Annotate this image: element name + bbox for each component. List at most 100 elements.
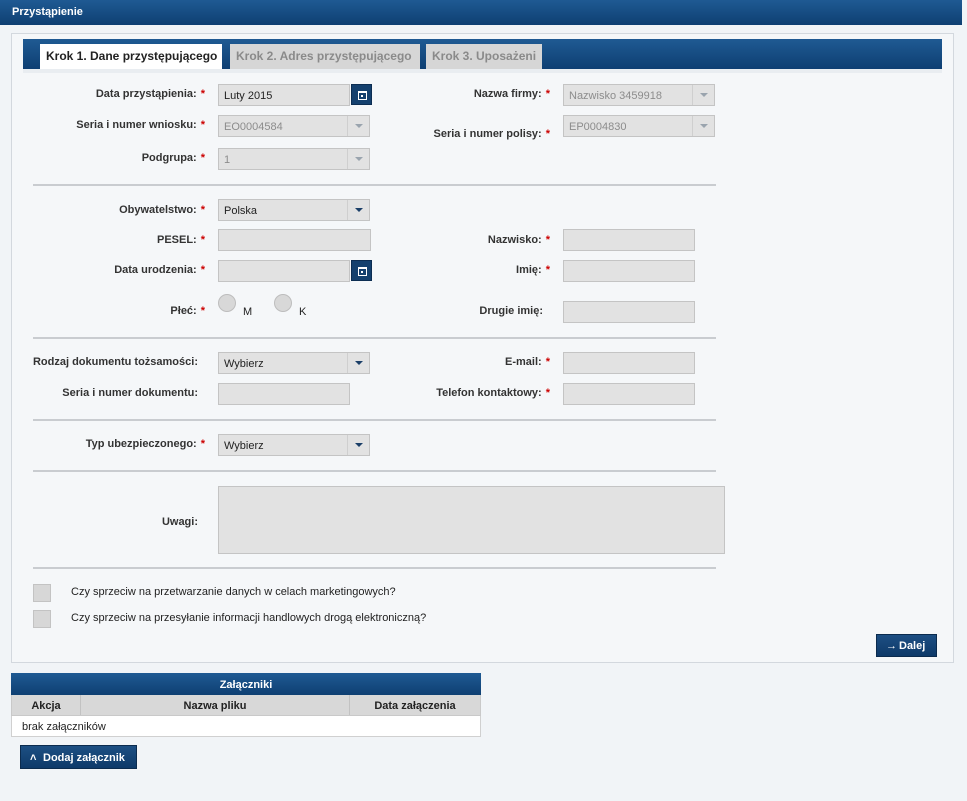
radio-plec-m[interactable]	[218, 294, 236, 312]
required-marker: *	[545, 387, 550, 399]
nazwa-firmy-select[interactable]: Nazwisko 3459918	[563, 84, 715, 106]
uwagi-textarea[interactable]	[218, 486, 725, 554]
label-text: Nazwa firmy:	[473, 88, 542, 100]
label-seria-wniosku: Seria i numer wniosku: *	[76, 119, 205, 131]
attachments-table: Załączniki Akcja Nazwa pliku Data załącz…	[11, 673, 481, 737]
imie-input[interactable]	[563, 260, 695, 282]
divider	[33, 419, 716, 421]
window-title: Przystąpienie	[0, 0, 962, 25]
add-attachment-label: Dodaj załącznik	[43, 752, 125, 764]
label-uwagi: Uwagi:	[162, 516, 198, 528]
required-marker: *	[200, 234, 205, 246]
column-header-data-zalaczenia: Data załączenia	[374, 700, 456, 712]
label-typ-ubezpieczonego: Typ ubezpieczonego: *	[86, 438, 205, 450]
field-value: 1	[224, 154, 231, 166]
radio-label-k: K	[299, 306, 307, 318]
label-text: Telefon kontaktowy:	[436, 387, 542, 399]
field-value: Polska	[224, 205, 258, 217]
required-marker: *	[200, 264, 205, 276]
divider	[33, 337, 716, 339]
consent-marketing-label: Czy sprzeciw na przetwarzanie danych w c…	[71, 586, 396, 598]
required-marker: *	[200, 438, 205, 450]
seria-dokumentu-input[interactable]	[218, 383, 350, 405]
label-data-przystapienia: Data przystąpienia: *	[96, 88, 205, 100]
label-text: Płeć:	[170, 305, 197, 317]
tab-shadow	[23, 69, 942, 73]
chevron-down-icon	[692, 116, 714, 136]
label-seria-dokumentu: Seria i numer dokumentu:	[62, 387, 198, 399]
chevron-down-icon	[347, 200, 369, 220]
required-marker: *	[200, 119, 205, 131]
consent-electronic-checkbox[interactable]	[33, 610, 51, 628]
required-marker: *	[200, 204, 205, 216]
telefon-input[interactable]	[563, 383, 695, 405]
label-text: PESEL:	[156, 234, 197, 246]
drugie-imie-input[interactable]	[563, 301, 695, 323]
data-przystapienia-field[interactable]: Luty 2015	[218, 84, 350, 106]
label-obywatelstwo: Obywatelstwo: *	[119, 204, 205, 216]
label-seria-polisy: Seria i numer polisy: *	[434, 128, 550, 140]
chevron-down-icon	[347, 149, 369, 169]
column-header-akcja: Akcja	[12, 695, 81, 715]
field-value: EO0004584	[224, 121, 283, 133]
required-marker: *	[545, 234, 550, 246]
tab-step-3[interactable]: Krok 3. Uposażeni	[426, 44, 542, 69]
label-nazwisko: Nazwisko: *	[488, 234, 550, 246]
pesel-input[interactable]	[218, 229, 371, 251]
divider	[33, 470, 716, 472]
required-marker: *	[545, 128, 550, 140]
tab-bar: Krok 1. Dane przystępującego Krok 2. Adr…	[23, 39, 942, 69]
obywatelstwo-select[interactable]: Polska	[218, 199, 370, 221]
required-marker: *	[545, 356, 550, 368]
chevron-up-icon: ˄	[30, 752, 37, 764]
label-text: Drugie imię:	[479, 305, 543, 317]
attachments-empty-row: brak załączników	[11, 716, 481, 737]
calendar-icon[interactable]	[351, 260, 372, 281]
label-text: Uwagi:	[161, 516, 198, 528]
label-text: Podgrupa:	[141, 152, 197, 164]
label-text: Rodzaj dokumentu tożsamości:	[32, 356, 198, 368]
label-email: E-mail: *	[505, 356, 550, 368]
chevron-down-icon	[347, 435, 369, 455]
label-text: Typ ubezpieczonego:	[85, 438, 197, 450]
seria-polisy-select[interactable]: EP0004830	[563, 115, 715, 137]
label-data-urodzenia: Data urodzenia: *	[114, 264, 205, 276]
rodzaj-dokumentu-select[interactable]: Wybierz	[218, 352, 370, 374]
tab-step-2[interactable]: Krok 2. Adres przystępującego	[230, 44, 420, 69]
label-pesel: PESEL: *	[157, 234, 205, 246]
field-value: Wybierz	[224, 358, 264, 370]
label-text: Data urodzenia:	[114, 264, 197, 276]
label-text: Data przystąpienia:	[95, 88, 197, 100]
consent-marketing-checkbox[interactable]	[33, 584, 51, 602]
label-text: Imię:	[516, 264, 542, 276]
label-text: Seria i numer wniosku:	[76, 119, 197, 131]
divider	[33, 567, 716, 569]
tab-step-1[interactable]: Krok 1. Dane przystępującego	[40, 44, 222, 69]
email-input[interactable]	[563, 352, 695, 374]
label-nazwa-firmy: Nazwa firmy: *	[474, 88, 550, 100]
chevron-down-icon	[692, 85, 714, 105]
radio-plec-k[interactable]	[274, 294, 292, 312]
seria-wniosku-select[interactable]: EO0004584	[218, 115, 370, 137]
podgrupa-select[interactable]: 1	[218, 148, 370, 170]
add-attachment-button[interactable]: ˄ Dodaj załącznik	[20, 745, 137, 769]
divider	[33, 184, 716, 186]
field-value: EP0004830	[569, 121, 627, 133]
label-telefon: Telefon kontaktowy: *	[436, 387, 550, 399]
form-panel: Krok 1. Dane przystępującego Krok 2. Adr…	[11, 33, 954, 663]
field-value: Wybierz	[224, 440, 264, 452]
required-marker: *	[200, 152, 205, 164]
field-value: Nazwisko 3459918	[569, 90, 662, 102]
typ-ubezpieczonego-select[interactable]: Wybierz	[218, 434, 370, 456]
label-rodzaj-dokumentu: Rodzaj dokumentu tożsamości:	[33, 356, 198, 368]
data-urodzenia-field[interactable]	[218, 260, 350, 282]
column-header-nazwa-pliku: Nazwa pliku	[81, 695, 350, 715]
label-drugie-imie: Drugie imię:	[479, 305, 543, 317]
consent-electronic-label: Czy sprzeciw na przesyłanie informacji h…	[71, 612, 427, 624]
chevron-down-icon	[347, 116, 369, 136]
required-marker: *	[545, 264, 550, 276]
calendar-icon[interactable]	[351, 84, 372, 105]
label-podgrupa: Podgrupa: *	[142, 152, 205, 164]
nazwisko-input[interactable]	[563, 229, 695, 251]
next-button[interactable]: → Dalej	[876, 634, 937, 657]
